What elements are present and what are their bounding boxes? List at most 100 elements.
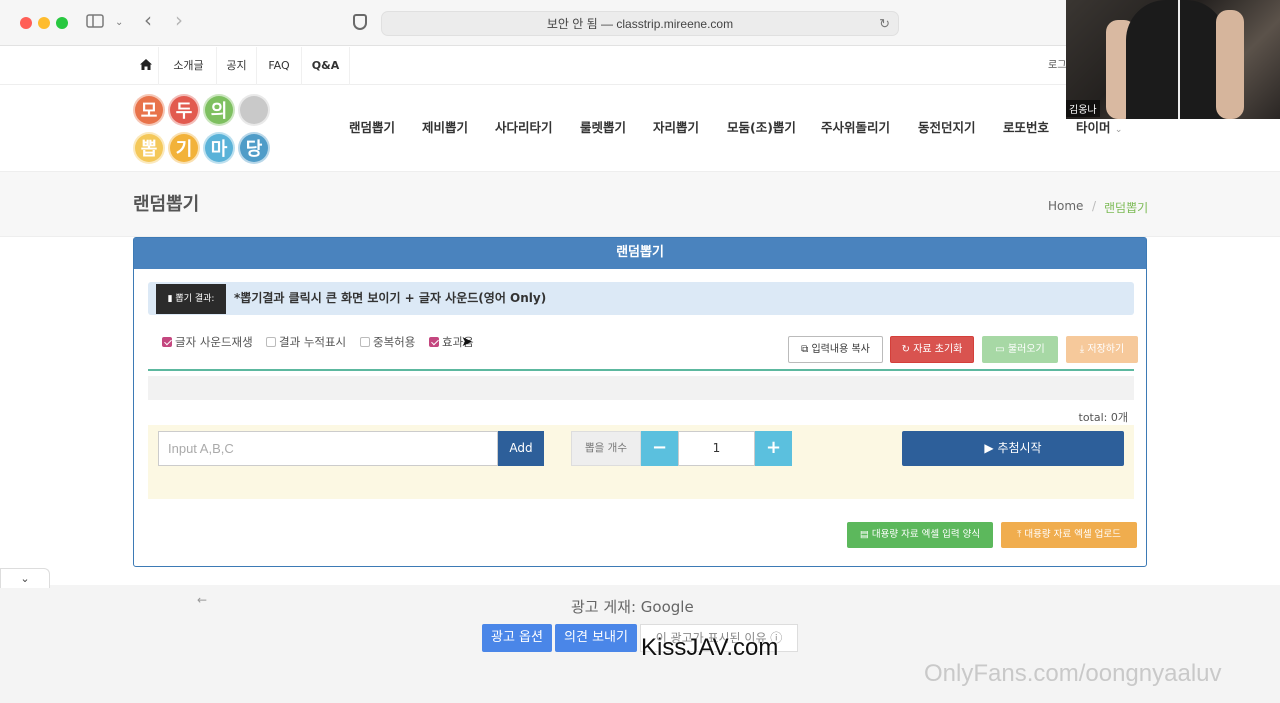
reset-data-button[interactable]: ↻ 자료 초기화 <box>890 336 974 363</box>
start-draw-button[interactable]: ▶ 추첨시작 <box>902 431 1124 466</box>
webcam-figure <box>1216 10 1244 119</box>
page-title-band: 랜덤뽑기 Home / 랜덤뽑기 <box>0 171 1280 237</box>
address-bar[interactable]: 보안 안 됨 — classtrip.mireene.com ↻ <box>381 11 899 36</box>
ad-options-button[interactable]: 광고 옵션 <box>482 624 552 652</box>
option-label: 중복허용 <box>373 335 416 349</box>
chevron-down-icon: ⌄ <box>20 572 30 585</box>
collapse-ad-button[interactable]: ⌄ <box>0 568 50 588</box>
logo-letter: 모 <box>133 94 165 126</box>
back-arrow-icon[interactable]: ← <box>197 593 207 607</box>
minimize-window-button[interactable] <box>38 17 50 29</box>
watermark: OnlyFans.com/oongnyaaluv <box>924 660 1222 687</box>
logo-letter: 당 <box>238 132 270 164</box>
close-window-button[interactable] <box>20 17 32 29</box>
excel-upload-button[interactable]: ⤒ 대용량 자료 엑셀 업로드 <box>1001 522 1137 548</box>
add-button[interactable]: Add <box>498 431 544 466</box>
menu-item-lotto[interactable]: 로또번호 <box>1003 85 1049 171</box>
zoom-window-button[interactable] <box>56 17 68 29</box>
topnav-item-intro[interactable]: 소개글 <box>161 47 217 85</box>
logo-letter: 뽑 <box>133 132 165 164</box>
option-label: 결과 누적표시 <box>279 335 347 349</box>
shield-icon <box>353 14 367 30</box>
site-logo[interactable]: 모 두 의 뽑 기 마 당 <box>133 92 273 166</box>
option-allow-duplicate[interactable]: 중복허용 <box>360 334 415 350</box>
ad-label: 광고 게재: Google <box>571 598 694 616</box>
save-button[interactable]: ⤓ 저장하기 <box>1066 336 1138 363</box>
webcam-overlay: 김옹나 <box>1066 0 1280 119</box>
webcam-figure <box>1178 0 1180 119</box>
logo-letter: 기 <box>168 132 200 164</box>
copy-input-button[interactable]: ⧉ 입력내용 복사 <box>788 336 883 363</box>
count-input[interactable]: 1 <box>678 431 755 466</box>
option-label: 글자 사운드재생 <box>175 335 253 349</box>
logo-letter: 의 <box>203 94 235 126</box>
ad-feedback-button[interactable]: 의견 보내기 <box>555 624 637 652</box>
copy-icon: ⧉ <box>801 344 812 355</box>
result-tag-label: 뽑기 결과: <box>175 294 215 304</box>
logo-letter: 마 <box>203 132 235 164</box>
menu-item-random[interactable]: 랜덤뽑기 <box>349 85 395 171</box>
menu-item-seat[interactable]: 자리뽑기 <box>653 85 699 171</box>
logo-letter: 두 <box>168 94 200 126</box>
topnav-item-qna[interactable]: Q&A <box>302 47 350 85</box>
chevron-down-icon: ⌄ <box>1114 125 1123 135</box>
bookmark-icon: ▮ <box>167 294 173 304</box>
option-letter-sound[interactable]: 글자 사운드재생 <box>162 334 253 350</box>
option-accumulate[interactable]: 결과 누적표시 <box>266 334 346 350</box>
menu-item-coin[interactable]: 동전던지기 <box>918 85 976 171</box>
panel-heading: 랜덤뽑기 <box>134 238 1146 269</box>
menu-item-roulette[interactable]: 룰렛뽑기 <box>580 85 626 171</box>
result-tag: ▮ 뽑기 결과: <box>156 284 226 314</box>
breadcrumb-separator: / <box>1092 199 1097 213</box>
breadcrumb-current: 랜덤뽑기 <box>1104 201 1149 215</box>
reset-data-label: 자료 초기화 <box>913 344 963 355</box>
home-icon[interactable] <box>133 47 159 85</box>
total-count: total: 0개 <box>1078 411 1128 424</box>
reload-icon[interactable]: ↻ <box>879 12 890 36</box>
excel-template-button[interactable]: ▤ 대용량 자료 엑셀 입력 양식 <box>847 522 993 548</box>
excel-template-label: 대용량 자료 엑셀 입력 양식 <box>871 529 981 540</box>
login-link[interactable]: 로그 <box>1048 47 1066 85</box>
menu-item-dice[interactable]: 주사위돌리기 <box>821 85 890 171</box>
menu-item-lottery[interactable]: 제비뽑기 <box>422 85 468 171</box>
item-input[interactable]: Input A,B,C <box>158 431 498 466</box>
sidebar-icon[interactable] <box>86 11 104 35</box>
topnav-item-notice[interactable]: 공지 <box>217 47 257 85</box>
random-draw-panel: 랜덤뽑기 ▮ 뽑기 결과: *뽑기결과 클릭시 큰 화면 보이기 + 글자 사운… <box>133 237 1147 567</box>
topnav-item-faq[interactable]: FAQ <box>257 47 302 85</box>
excel-upload-label: 대용량 자료 엑셀 업로드 <box>1024 529 1121 540</box>
result-text: *뽑기결과 클릭시 큰 화면 보이기 + 글자 사운드(영어 Only) <box>234 291 547 305</box>
divider <box>148 369 1134 371</box>
play-icon: ▶ <box>984 441 998 455</box>
load-label: 불러오기 <box>1007 344 1045 355</box>
checkbox-unchecked[interactable] <box>266 337 276 347</box>
checkbox-unchecked[interactable] <box>360 337 370 347</box>
start-draw-label: 추첨시작 <box>997 441 1042 455</box>
breadcrumb-home[interactable]: Home <box>1048 199 1083 213</box>
forward-icon[interactable]: › <box>175 8 183 32</box>
logo-letter <box>238 94 270 126</box>
checkbox-checked[interactable] <box>429 337 439 347</box>
webcam-figure <box>1126 0 1226 119</box>
page-title: 랜덤뽑기 <box>133 194 200 215</box>
copy-input-label: 입력내용 복사 <box>811 344 870 355</box>
result-bar[interactable]: ▮ 뽑기 결과: *뽑기결과 클릭시 큰 화면 보이기 + 글자 사운드(영어 … <box>148 282 1134 315</box>
folder-icon: ▭ <box>995 344 1008 355</box>
result-display-area <box>148 376 1134 400</box>
chevron-down-icon[interactable]: ⌄ <box>115 11 123 35</box>
address-text: 보안 안 됨 — classtrip.mireene.com <box>546 17 734 31</box>
watermark: KissJAV.com <box>641 634 779 661</box>
menu-item-group[interactable]: 모둠(조)뽑기 <box>727 85 796 171</box>
refresh-icon: ↻ <box>901 344 914 355</box>
increment-button[interactable]: + <box>755 431 792 466</box>
checkbox-checked[interactable] <box>162 337 172 347</box>
load-button[interactable]: ▭ 불러오기 <box>982 336 1058 363</box>
mouse-cursor-icon: ➤ <box>461 334 473 350</box>
menu-item-timer-label: 타이머 <box>1076 120 1111 135</box>
input-area: Input A,B,C Add 뽑을 개수 − 1 + ▶ 추첨시작 <box>148 425 1134 499</box>
menu-item-ladder[interactable]: 사다리타기 <box>495 85 553 171</box>
decrement-button[interactable]: − <box>641 431 678 466</box>
save-label: 저장하기 <box>1087 344 1125 355</box>
count-label: 뽑을 개수 <box>571 431 641 466</box>
back-icon[interactable]: ‹ <box>144 8 152 32</box>
